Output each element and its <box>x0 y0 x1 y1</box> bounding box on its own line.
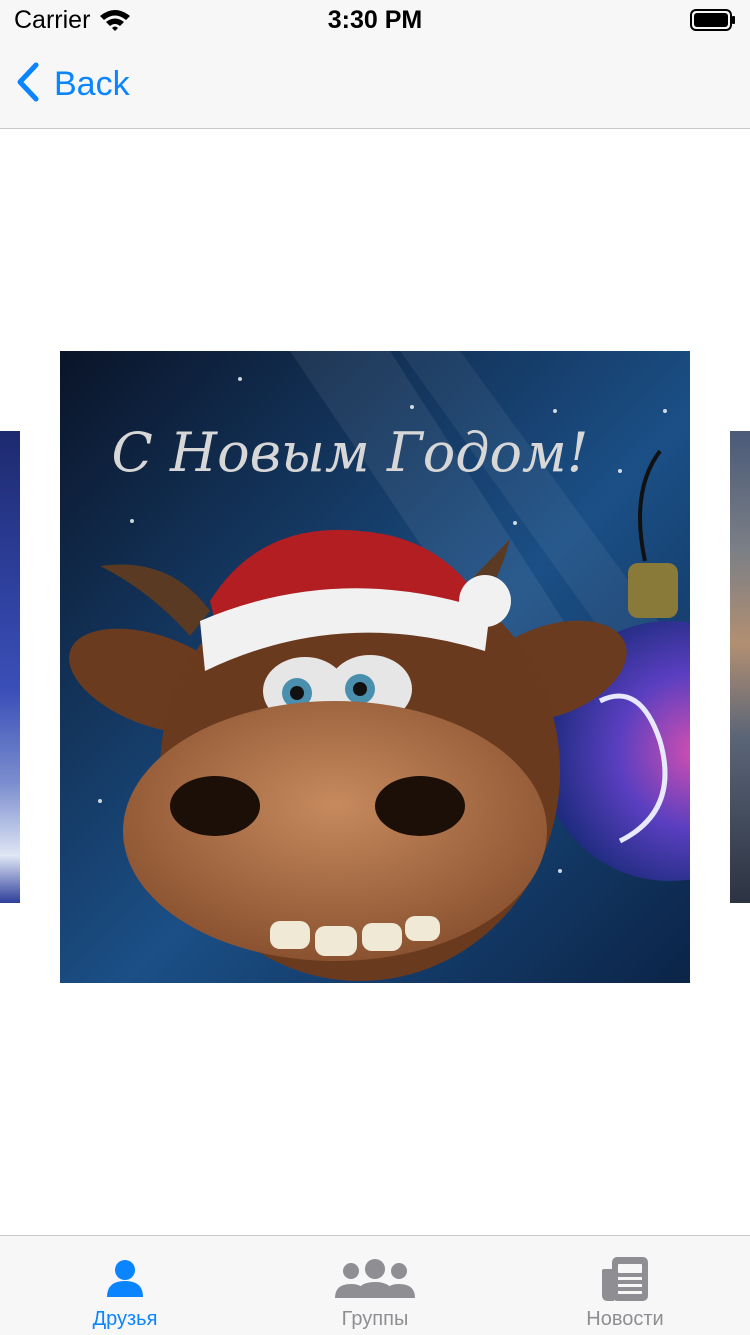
status-time: 3:30 PM <box>327 6 423 34</box>
navigation-bar: Back <box>0 40 750 129</box>
tab-friends-label: Друзья <box>92 1308 158 1330</box>
back-label: Back <box>54 64 130 103</box>
back-button[interactable]: Back <box>14 62 130 106</box>
tab-groups-label: Группы <box>341 1308 409 1330</box>
tab-friends[interactable]: Друзья <box>0 1236 250 1335</box>
people-group-icon <box>250 1254 500 1304</box>
newspaper-icon <box>500 1254 750 1304</box>
status-bar: Carrier 3:30 PM <box>0 0 750 40</box>
tab-groups[interactable]: Группы <box>250 1236 500 1335</box>
tab-news-label: Новости <box>586 1308 664 1330</box>
tab-news[interactable]: Новости <box>500 1236 750 1335</box>
tab-bar: Друзья Группы Новости <box>0 1235 750 1335</box>
chevron-left-icon <box>14 62 40 107</box>
new-year-bull-image: С Новым Годом! <box>60 351 690 983</box>
next-photo[interactable] <box>730 431 750 903</box>
greeting-text: С Новым Годом! <box>112 421 589 484</box>
person-icon <box>0 1254 250 1304</box>
previous-photo[interactable] <box>0 431 20 903</box>
photo-gallery[interactable]: С Новым Годом! <box>0 129 750 1235</box>
current-photo[interactable]: С Новым Годом! <box>60 351 690 983</box>
battery-icon <box>690 9 735 31</box>
